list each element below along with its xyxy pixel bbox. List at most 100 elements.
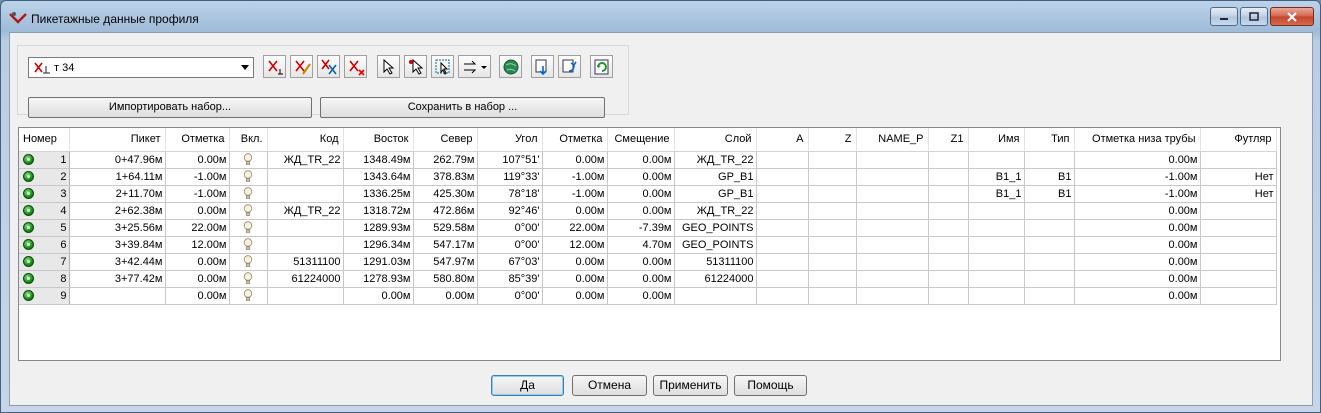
table-row[interactable]: 9 0.00м 0.00м 0.00м 0°00' 0.00м 0.00м 0.00м — [19, 287, 1277, 305]
cell-name[interactable] — [968, 253, 1025, 271]
cell-z1[interactable] — [928, 253, 969, 271]
column-header-a[interactable]: A — [756, 128, 809, 152]
save-set-button[interactable]: Сохранить в набор ... — [320, 97, 605, 118]
cell-name[interactable] — [968, 202, 1025, 220]
cell-offset[interactable]: 0.00м — [607, 287, 675, 305]
cell-offset[interactable]: -7.39м — [607, 219, 675, 237]
cell-a[interactable] — [756, 253, 809, 271]
cell-case[interactable] — [1200, 287, 1277, 305]
cell-case[interactable]: Нет — [1200, 168, 1277, 186]
column-header-z[interactable]: Z — [808, 128, 857, 152]
cell-type[interactable] — [1024, 151, 1075, 169]
cell-code[interactable] — [267, 287, 344, 305]
cell-a[interactable] — [756, 151, 809, 169]
cell-layer[interactable]: GP_B1 — [674, 168, 757, 186]
cell-east[interactable]: 1291.03м — [343, 253, 414, 271]
cell-type[interactable] — [1024, 202, 1075, 220]
cell-a[interactable] — [756, 168, 809, 186]
cell-offset[interactable]: 0.00м — [607, 185, 675, 203]
cell-name[interactable] — [968, 270, 1025, 288]
enabled-cell[interactable] — [229, 202, 268, 220]
table-row[interactable]: 5 3+25.56м 22.00м 1289.93м 529.58м 0°00' 22.00… — [19, 219, 1277, 237]
cell-z[interactable] — [808, 151, 857, 169]
enabled-cell[interactable] — [229, 253, 268, 271]
enabled-cell[interactable] — [229, 236, 268, 254]
cell-type[interactable] — [1024, 287, 1075, 305]
cell-code[interactable]: ЖД_TR_22 — [267, 151, 344, 169]
cell-a[interactable] — [756, 219, 809, 237]
cell-piket[interactable]: 3+25.56м — [69, 219, 166, 237]
cell-elev[interactable]: 0.00м — [165, 202, 230, 220]
cell-offset[interactable]: 4.70м — [607, 236, 675, 254]
cell-layer[interactable]: 51311100 — [674, 253, 757, 271]
select-region-button[interactable] — [431, 55, 454, 78]
cell-code[interactable] — [267, 236, 344, 254]
enabled-cell[interactable] — [229, 168, 268, 186]
point-edit-button[interactable] — [290, 55, 313, 78]
cell-east[interactable]: 1336.25м — [343, 185, 414, 203]
point-set-select[interactable]: т 34 — [28, 57, 254, 78]
cell-east[interactable]: 1278.93м — [343, 270, 414, 288]
cell-north[interactable]: 580.80м — [413, 270, 478, 288]
cell-name[interactable] — [968, 287, 1025, 305]
cell-z1[interactable] — [928, 219, 969, 237]
column-header-number[interactable]: Номер — [19, 128, 70, 152]
table-row[interactable]: 8 3+77.42м 0.00м 61224000 1278.93м 580.80м 85°… — [19, 270, 1277, 288]
row-number-cell[interactable]: 7 — [19, 253, 70, 271]
cell-case[interactable] — [1200, 270, 1277, 288]
column-header-name-p[interactable]: NAME_P — [856, 128, 929, 152]
cell-z[interactable] — [808, 185, 857, 203]
cell-case[interactable] — [1200, 253, 1277, 271]
cell-a[interactable] — [756, 185, 809, 203]
enabled-cell[interactable] — [229, 151, 268, 169]
cell-layer[interactable]: GEO_POINTS — [674, 219, 757, 237]
cell-type[interactable]: B1 — [1024, 168, 1075, 186]
cell-elev2[interactable]: 0.00м — [542, 270, 608, 288]
cell-elev[interactable]: -1.00м — [165, 168, 230, 186]
row-number-cell[interactable]: 2 — [19, 168, 70, 186]
cell-layer[interactable]: ЖД_TR_22 — [674, 202, 757, 220]
cell-code[interactable] — [267, 168, 344, 186]
export-button[interactable] — [558, 55, 581, 78]
row-number-cell[interactable]: 1 — [19, 151, 70, 169]
maximize-button[interactable] — [1240, 7, 1268, 26]
lightbulb-icon[interactable] — [243, 204, 253, 217]
cell-angle[interactable]: 119°33' — [477, 168, 543, 186]
cell-north[interactable]: 425.30м — [413, 185, 478, 203]
cell-north[interactable]: 262.79м — [413, 151, 478, 169]
cell-z[interactable] — [808, 236, 857, 254]
cell-z[interactable] — [808, 219, 857, 237]
cell-z1[interactable] — [928, 202, 969, 220]
row-number-cell[interactable]: 4 — [19, 202, 70, 220]
table-row[interactable]: 3 2+11.70м -1.00м 1336.25м 425.30м 78°18' -1.0… — [19, 185, 1277, 203]
enabled-cell[interactable] — [229, 287, 268, 305]
cell-north[interactable]: 529.58м — [413, 219, 478, 237]
cell-pipe[interactable]: 0.00м — [1074, 287, 1201, 305]
enabled-cell[interactable] — [229, 185, 268, 203]
cell-east[interactable]: 1296.34м — [343, 236, 414, 254]
cell-layer[interactable]: ЖД_TR_22 — [674, 151, 757, 169]
cell-piket[interactable]: 3+42.44м — [69, 253, 166, 271]
cell-name-p[interactable] — [856, 151, 929, 169]
cell-elev[interactable]: 0.00м — [165, 253, 230, 271]
table-row[interactable]: 1 0+47.96м 0.00м ЖД_TR_22 1348.49м 262.79м 107… — [19, 151, 1277, 169]
cell-name-p[interactable] — [856, 270, 929, 288]
cell-east[interactable]: 1343.64м — [343, 168, 414, 186]
cell-offset[interactable]: 0.00м — [607, 151, 675, 169]
column-header-east[interactable]: Восток — [343, 128, 414, 152]
cell-elev[interactable]: 12.00м — [165, 236, 230, 254]
cell-code[interactable] — [267, 185, 344, 203]
cell-elev[interactable]: 0.00м — [165, 151, 230, 169]
cell-layer[interactable]: GEO_POINTS — [674, 236, 757, 254]
cell-pipe[interactable]: 0.00м — [1074, 151, 1201, 169]
cell-piket[interactable]: 0+47.96м — [69, 151, 166, 169]
column-header-name[interactable]: Имя — [968, 128, 1025, 152]
help-button[interactable]: Помощь — [734, 375, 807, 396]
cell-angle[interactable]: 92°46' — [477, 202, 543, 220]
cancel-button[interactable]: Отмена — [572, 375, 647, 396]
profile-data-grid[interactable]: Номер Пикет Отметка Вкл. Код Восток Север Угол О… — [18, 127, 1281, 361]
column-header-elevation[interactable]: Отметка — [165, 128, 230, 152]
row-number-cell[interactable]: 3 — [19, 185, 70, 203]
cell-elev[interactable]: -1.00м — [165, 185, 230, 203]
ok-button[interactable]: Да — [491, 375, 564, 396]
